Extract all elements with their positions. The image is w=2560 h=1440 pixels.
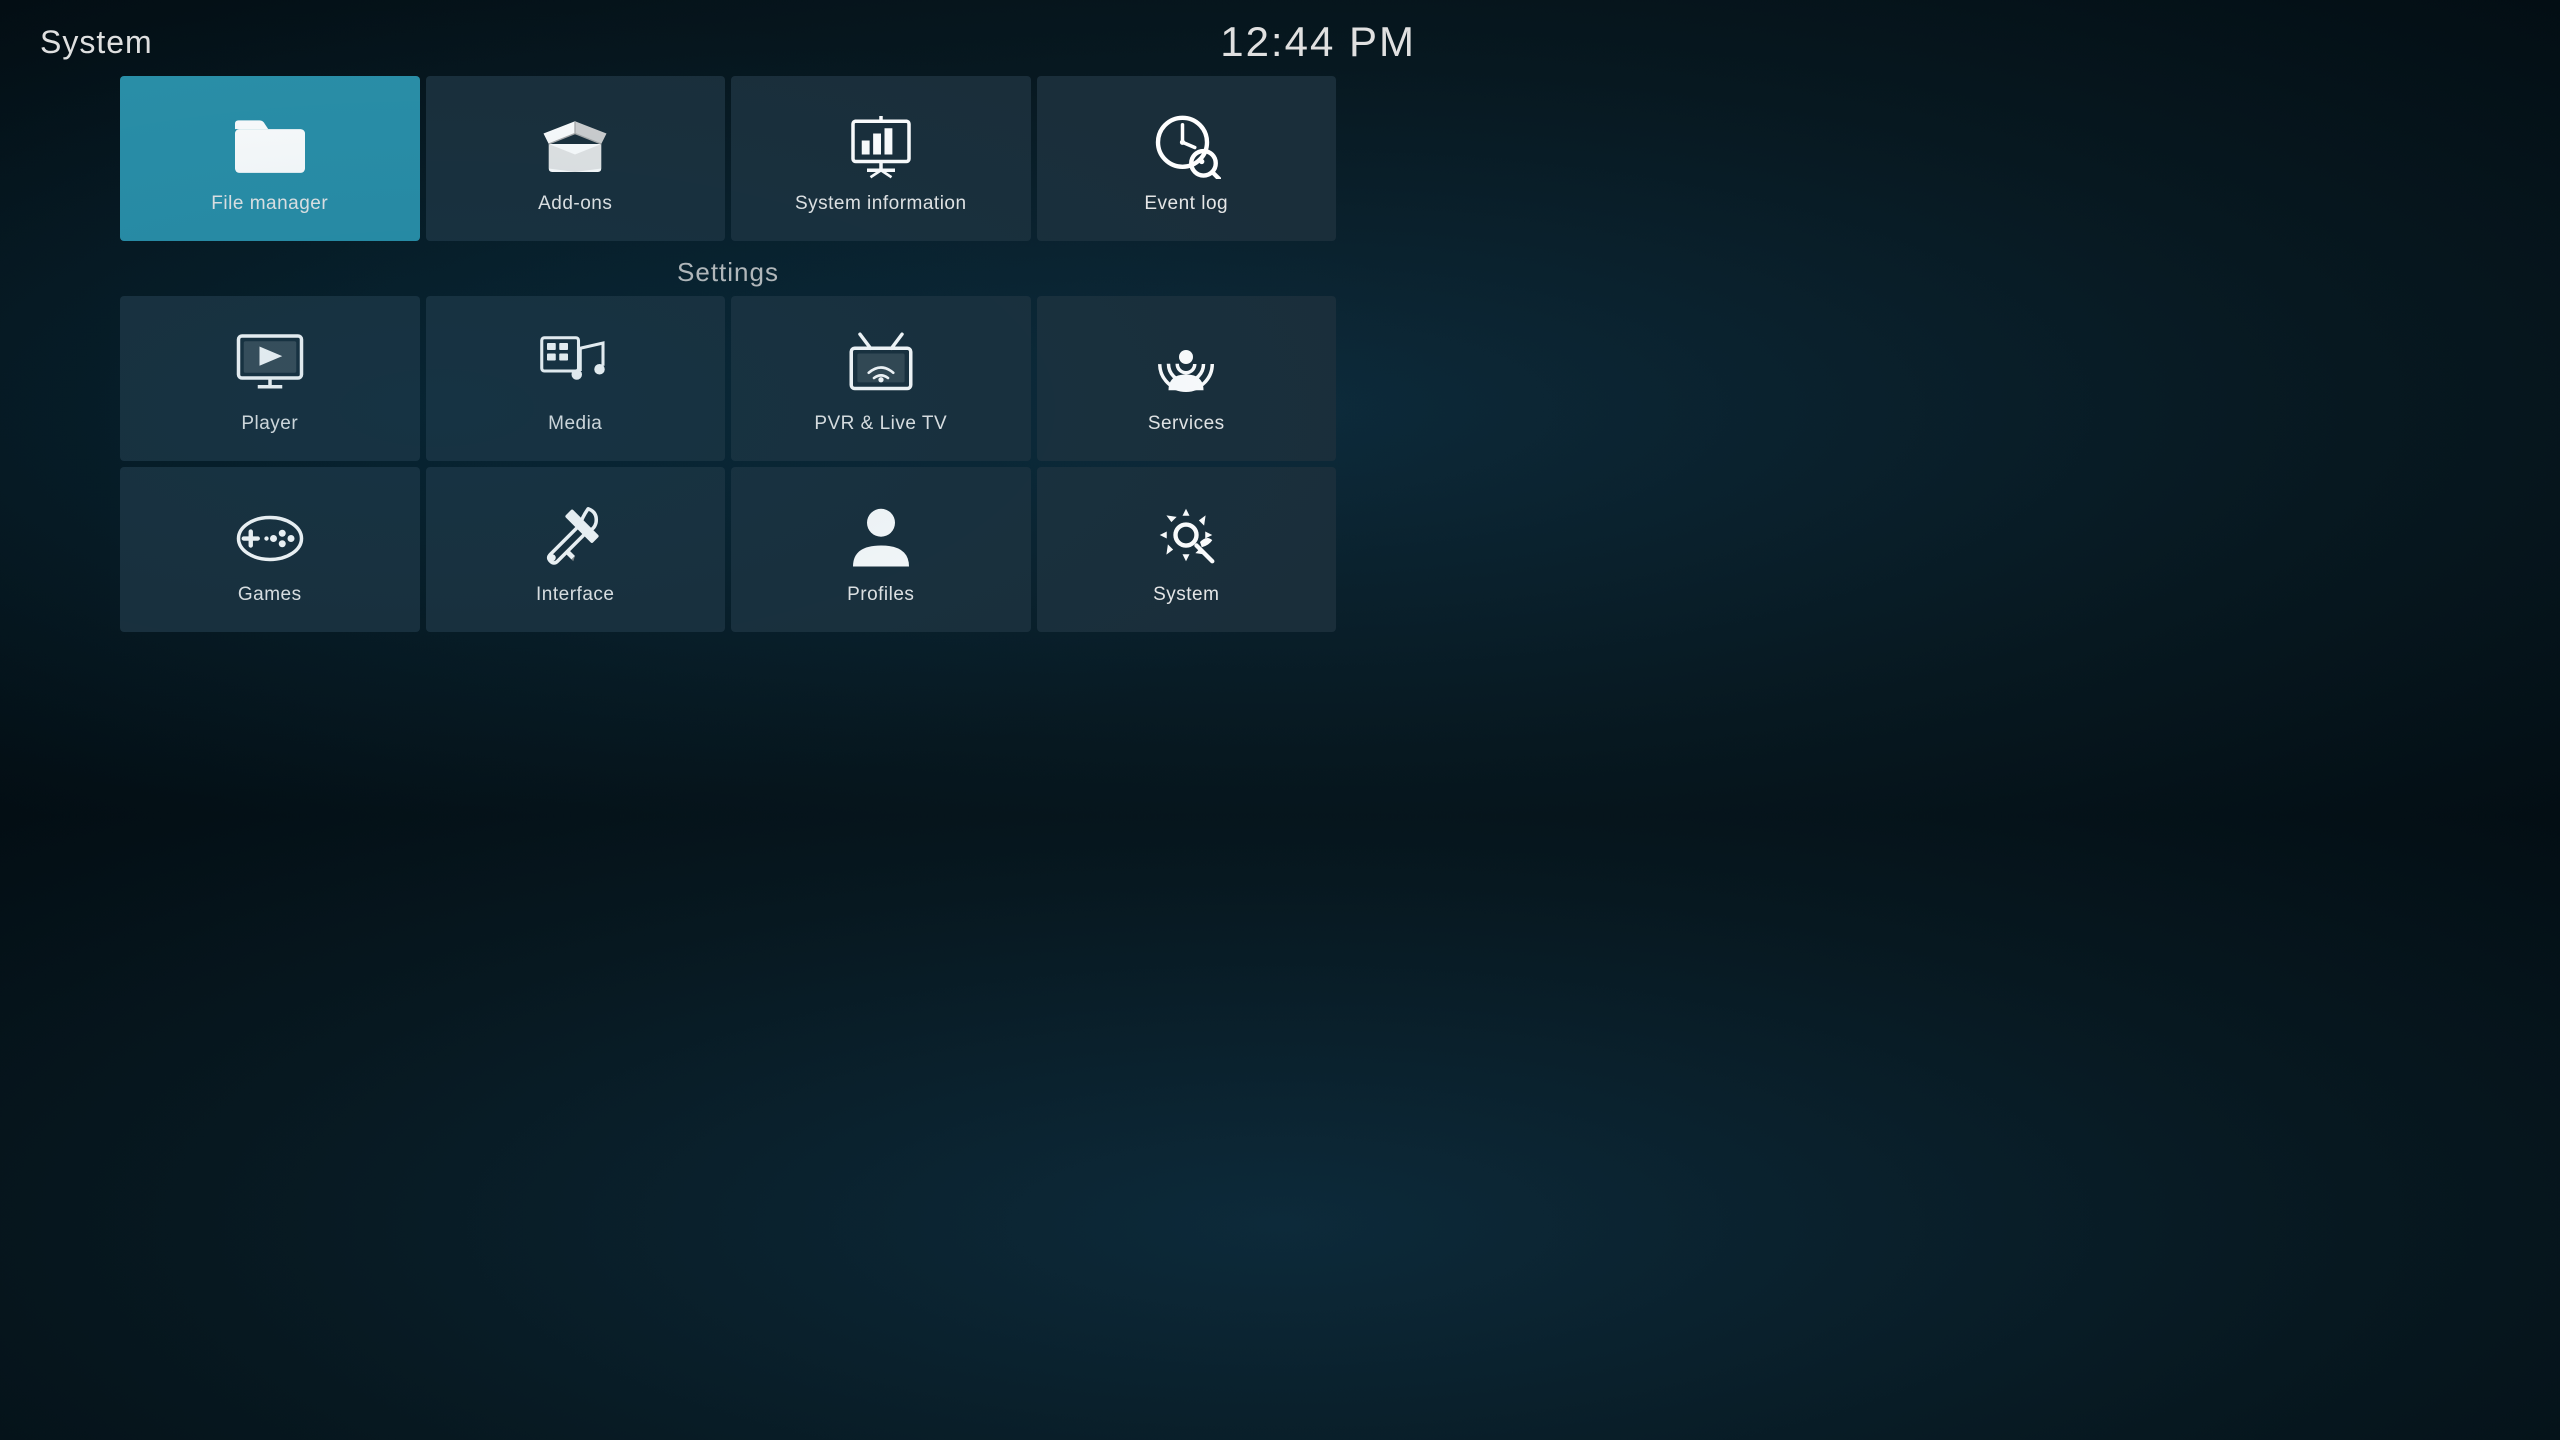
tile-services[interactable]: Services bbox=[1037, 296, 1337, 461]
tile-interface[interactable]: Interface bbox=[426, 467, 726, 632]
main-content: File manager Add-ons bbox=[0, 76, 1456, 632]
tile-file-manager[interactable]: File manager bbox=[120, 76, 420, 241]
tile-add-ons[interactable]: Add-ons bbox=[426, 76, 726, 241]
file-manager-icon bbox=[235, 109, 305, 179]
media-icon bbox=[540, 329, 610, 399]
tile-label-system-information: System information bbox=[795, 193, 967, 215]
header: System 12:44 PM bbox=[0, 0, 1456, 76]
tile-label-system: System bbox=[1153, 584, 1219, 606]
tile-label-media: Media bbox=[548, 413, 602, 435]
tile-profiles[interactable]: Profiles bbox=[731, 467, 1031, 632]
tile-games[interactable]: Games bbox=[120, 467, 420, 632]
tile-label-games: Games bbox=[238, 584, 302, 606]
tile-pvr-live-tv[interactable]: PVR & Live TV bbox=[731, 296, 1031, 461]
system-info-icon bbox=[846, 109, 916, 179]
page-title: System bbox=[40, 24, 153, 61]
add-ons-icon bbox=[540, 109, 610, 179]
player-icon bbox=[235, 329, 305, 399]
clock: 12:44 PM bbox=[1220, 18, 1416, 66]
tile-system[interactable]: System bbox=[1037, 467, 1337, 632]
tile-media[interactable]: Media bbox=[426, 296, 726, 461]
games-icon bbox=[235, 500, 305, 570]
tile-system-information[interactable]: System information bbox=[731, 76, 1031, 241]
profiles-icon bbox=[846, 500, 916, 570]
tile-label-services: Services bbox=[1148, 413, 1225, 435]
system-icon bbox=[1151, 500, 1221, 570]
pvr-icon bbox=[846, 329, 916, 399]
tile-event-log[interactable]: Event log bbox=[1037, 76, 1337, 241]
tile-label-event-log: Event log bbox=[1144, 193, 1228, 215]
tile-label-file-manager: File manager bbox=[211, 193, 328, 215]
tile-label-add-ons: Add-ons bbox=[538, 193, 612, 215]
tile-label-pvr: PVR & Live TV bbox=[814, 413, 947, 435]
tile-label-player: Player bbox=[241, 413, 298, 435]
event-log-icon bbox=[1151, 109, 1221, 179]
settings-section-label: Settings bbox=[120, 257, 1336, 288]
services-icon bbox=[1151, 329, 1221, 399]
top-row: File manager Add-ons bbox=[120, 76, 1336, 241]
settings-grid: Player Media bbox=[120, 296, 1336, 632]
tile-player[interactable]: Player bbox=[120, 296, 420, 461]
tile-label-profiles: Profiles bbox=[847, 584, 914, 606]
tile-label-interface: Interface bbox=[536, 584, 614, 606]
interface-icon bbox=[540, 500, 610, 570]
